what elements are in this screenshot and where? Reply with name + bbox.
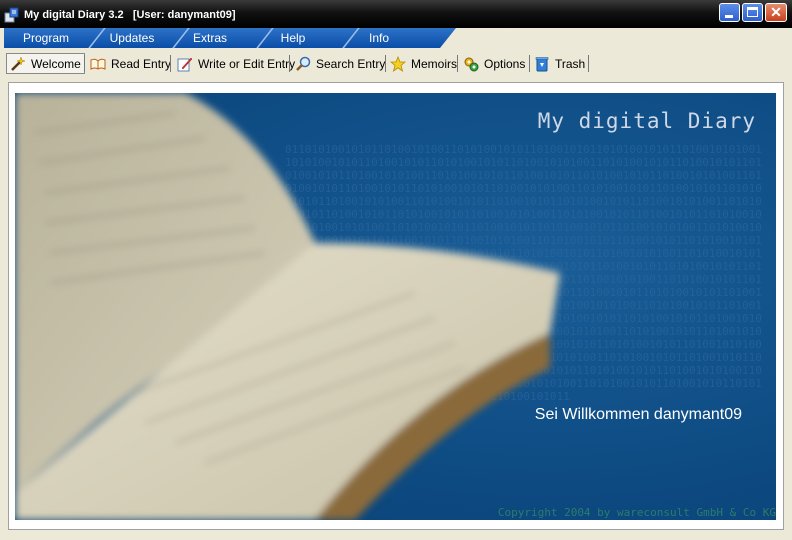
tool-read-entry[interactable]: Read Entry: [90, 53, 171, 74]
toolbar: Welcome Read Entry Write or Edit Entry S…: [4, 52, 788, 76]
menu-help[interactable]: Help: [251, 28, 335, 48]
tool-read-entry-label: Read Entry: [111, 56, 172, 71]
tool-options-label: Options: [484, 56, 526, 71]
menu-program[interactable]: Program: [4, 28, 88, 48]
magnifier-icon: [296, 56, 311, 71]
close-icon: ✕: [770, 4, 782, 20]
copyright-text: Copyright 2004 by wareconsult GmbH & Co …: [497, 506, 776, 519]
tool-memoirs[interactable]: Memoirs: [390, 53, 457, 74]
banner-title: My digital Diary: [537, 109, 756, 133]
toolbar-separator: [588, 55, 589, 72]
tool-welcome-label: Welcome: [31, 56, 81, 71]
diary-app-icon: [4, 7, 19, 23]
toolbar-separator: [529, 55, 530, 72]
title-bar[interactable]: My digital Diary 3.2 [User: danymant09] …: [0, 0, 792, 28]
recycle-bin-icon: [535, 56, 549, 71]
tool-write-edit-entry-label: Write or Edit Entry: [198, 56, 296, 71]
gear-icon: [464, 57, 479, 71]
toolbar-separator: [385, 55, 386, 72]
tool-welcome[interactable]: Welcome: [6, 53, 85, 74]
toolbar-separator: [170, 55, 171, 72]
toolbar-separator: [84, 55, 85, 72]
tool-memoirs-label: Memoirs: [411, 56, 458, 71]
open-book-icon: [90, 58, 106, 70]
minimize-button[interactable]: [719, 3, 740, 22]
tool-trash[interactable]: Trash: [534, 53, 585, 74]
menu-info[interactable]: Info: [337, 28, 421, 48]
toolbar-separator: [457, 55, 458, 72]
app-window: My digital Diary 3.2 [User: danymant09] …: [0, 0, 792, 540]
tool-options[interactable]: Options: [463, 53, 525, 74]
tool-search-entry-label: Search Entry: [316, 56, 386, 71]
open-book-image: [15, 93, 560, 520]
tool-write-edit-entry[interactable]: Write or Edit Entry: [177, 53, 295, 74]
star-icon: [390, 55, 406, 72]
window-title: My digital Diary 3.2 [User: danymant09]: [24, 9, 236, 21]
minimize-icon: [725, 15, 733, 18]
maximize-icon: [747, 7, 758, 17]
magic-wand-icon: [11, 55, 26, 71]
menu-updates[interactable]: Updates: [90, 28, 174, 48]
menu-bar: Program Updates Extras Help Info: [4, 28, 788, 48]
maximize-button[interactable]: [742, 3, 763, 22]
tool-search-entry[interactable]: Search Entry: [295, 53, 385, 74]
toolbar-separator: [289, 55, 290, 72]
welcome-banner: 0110101001010110100101001101010010101101…: [15, 93, 776, 520]
tool-trash-label: Trash: [555, 56, 586, 71]
pencil-icon: [177, 57, 193, 71]
welcome-message: Sei Willkommen danymant09: [534, 406, 742, 423]
menu-extras[interactable]: Extras: [168, 28, 252, 48]
close-button[interactable]: ✕: [765, 3, 787, 22]
